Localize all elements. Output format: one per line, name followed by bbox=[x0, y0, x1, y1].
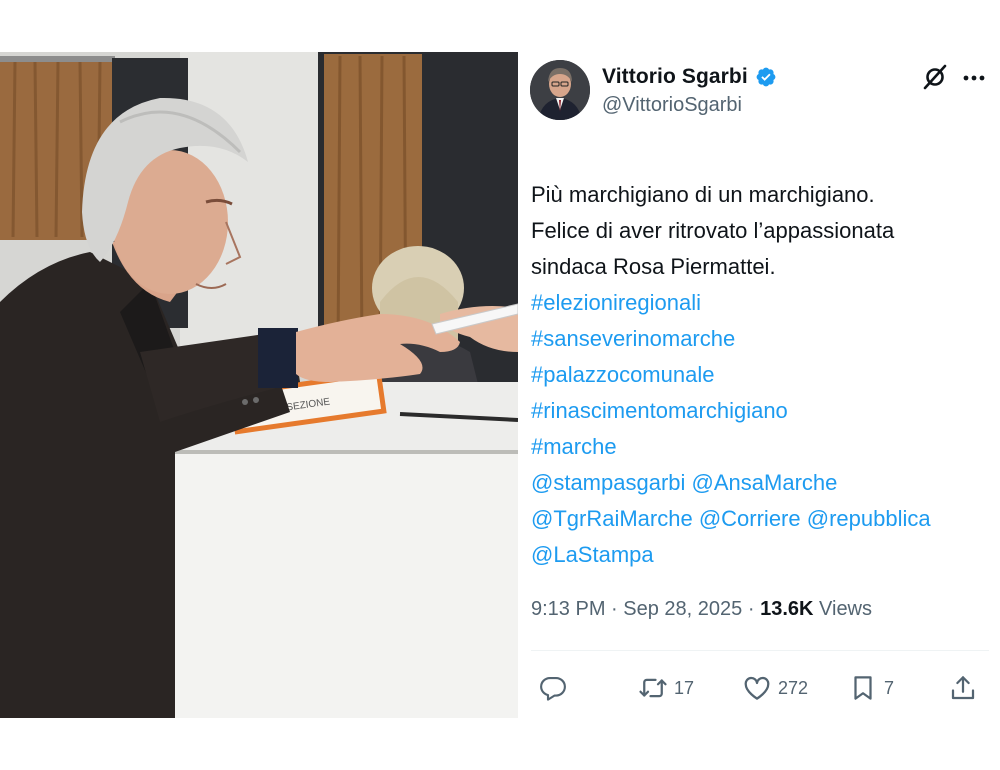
verified-badge-icon bbox=[756, 67, 776, 87]
retweet-count: 17 bbox=[674, 677, 695, 698]
views-label: Views bbox=[819, 598, 873, 620]
tweet-text-line: Felice di aver ritrovato l’appassionata bbox=[531, 218, 895, 243]
share-icon bbox=[951, 676, 975, 700]
author-avatar[interactable] bbox=[530, 60, 590, 120]
tweet-card: Vittorio Sgarbi @VittorioSgarbi Più marc… bbox=[518, 52, 1000, 718]
tweet-text-line: Più marchigiano di un marchigiano. bbox=[531, 182, 875, 207]
mentions-line: @TgrRaiMarche @Corriere @repubblica bbox=[531, 501, 993, 537]
grok-icon[interactable] bbox=[922, 64, 948, 90]
retweet-icon bbox=[639, 678, 667, 698]
mention-link[interactable]: @LaStampa bbox=[531, 542, 654, 567]
meta-separator: · bbox=[611, 598, 618, 620]
mention-link[interactable]: @repubblica bbox=[807, 506, 931, 531]
retweet-button[interactable]: 17 bbox=[638, 670, 694, 706]
views-count[interactable]: 13.6K bbox=[760, 598, 813, 620]
hashtag-link[interactable]: #rinascimentomarchigiano bbox=[531, 393, 993, 429]
hashtag-link[interactable]: #palazzocomunale bbox=[531, 357, 993, 393]
author-display-name[interactable]: Vittorio Sgarbi bbox=[602, 65, 748, 89]
tweet-actions-bar: 17 272 7 bbox=[518, 670, 1000, 706]
mention-link[interactable]: @Corriere bbox=[699, 506, 801, 531]
voting-photo-illustration: SEZIONE bbox=[0, 52, 518, 718]
more-icon[interactable] bbox=[961, 66, 987, 90]
mention-link[interactable]: @AnsaMarche bbox=[692, 470, 838, 495]
divider bbox=[531, 650, 989, 651]
tweet-text: Più marchigiano di un marchigiano. Felic… bbox=[531, 177, 993, 573]
meta-separator: · bbox=[747, 598, 755, 620]
mention-link[interactable]: @TgrRaiMarche bbox=[531, 506, 693, 531]
tweet-date[interactable]: Sep 28, 2025 bbox=[623, 598, 742, 620]
bookmark-icon bbox=[854, 676, 872, 700]
hashtag-link[interactable]: #marche bbox=[531, 429, 993, 465]
tweet-time[interactable]: 9:13 PM bbox=[531, 598, 605, 620]
share-button[interactable] bbox=[948, 670, 978, 706]
voting-photo[interactable]: SEZIONE bbox=[0, 52, 518, 718]
tweet-text-line: sindaca Rosa Piermattei. bbox=[531, 254, 776, 279]
hashtag-link[interactable]: #sanseverinomarche bbox=[531, 321, 993, 357]
author-name-row[interactable]: Vittorio Sgarbi bbox=[602, 64, 777, 90]
hashtag-link[interactable]: #elezioniregionali bbox=[531, 285, 993, 321]
like-count: 272 bbox=[778, 677, 809, 698]
avatar-image bbox=[530, 60, 590, 120]
tweet-meta: 9:13 PM · Sep 28, 2025 · 13.6K Views bbox=[531, 598, 872, 621]
like-icon bbox=[744, 676, 770, 700]
mentions-line: @stampasgarbi @AnsaMarche bbox=[531, 465, 993, 501]
reply-icon bbox=[540, 676, 566, 701]
mentions-line: @LaStampa bbox=[531, 537, 993, 573]
bookmark-count: 7 bbox=[884, 677, 895, 698]
bookmark-button[interactable]: 7 bbox=[848, 670, 894, 706]
reply-button[interactable] bbox=[538, 670, 574, 706]
mention-link[interactable]: @stampasgarbi bbox=[531, 470, 685, 495]
like-button[interactable]: 272 bbox=[742, 670, 808, 706]
author-handle[interactable]: @VittorioSgarbi bbox=[602, 94, 742, 117]
